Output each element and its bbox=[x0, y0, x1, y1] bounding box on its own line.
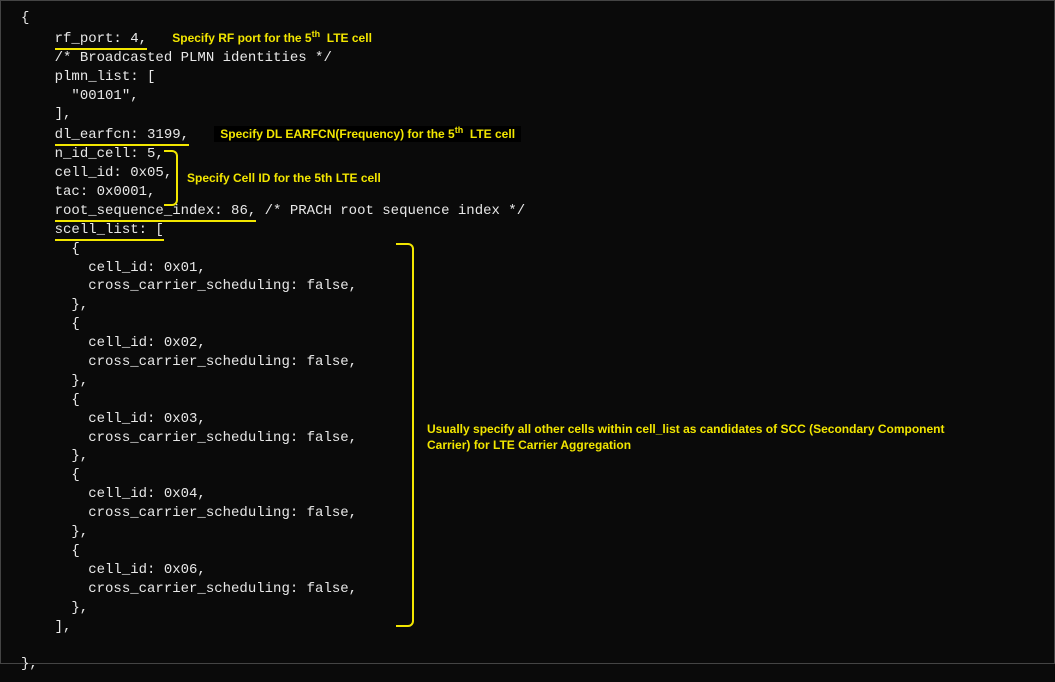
line-plmn-close: ], bbox=[21, 105, 1054, 124]
scell-item-cellid: cell_id: 0x06, bbox=[21, 561, 1054, 580]
scell-item-open: { bbox=[21, 315, 1054, 334]
scell-item-cellid: cell_id: 0x04, bbox=[21, 485, 1054, 504]
line-dl-earfcn: dl_earfcn: 3199, Specify DL EARFCN(Frequ… bbox=[21, 124, 1054, 145]
line-rf-port: rf_port: 4, Specify RF port for the 5th … bbox=[21, 28, 1054, 49]
annot-rf-port: Specify RF port for the 5th LTE cell bbox=[172, 31, 372, 45]
scell-item-close: }, bbox=[21, 372, 1054, 391]
line-plmn-open: plmn_list: [ bbox=[21, 68, 1054, 87]
scell-item-ccs: cross_carrier_scheduling: false, bbox=[21, 580, 1054, 599]
scell-item-open: { bbox=[21, 391, 1054, 410]
line-plmn-value: "00101", bbox=[21, 87, 1054, 106]
scell-item-open: { bbox=[21, 240, 1054, 259]
line-root-seq: root_sequence_index: 86, /* PRACH root s… bbox=[21, 202, 1054, 221]
scell-item-ccs: cross_carrier_scheduling: false, bbox=[21, 353, 1054, 372]
dl-earfcn-value: dl_earfcn: 3199, bbox=[55, 127, 189, 146]
line-scell-open: scell_list: [ bbox=[21, 221, 1054, 240]
bracket-cell-id bbox=[164, 150, 178, 206]
scell-item-cellid: cell_id: 0x01, bbox=[21, 259, 1054, 278]
scell-item-open: { bbox=[21, 542, 1054, 561]
line-plmn-comment: /* Broadcasted PLMN identities */ bbox=[21, 49, 1054, 68]
scell-item-close: }, bbox=[21, 523, 1054, 542]
scell-list-label: scell_list: [ bbox=[55, 222, 164, 241]
bracket-scell bbox=[396, 243, 414, 627]
scell-item-ccs: cross_carrier_scheduling: false, bbox=[21, 504, 1054, 523]
line-open-brace: { bbox=[21, 9, 1054, 28]
scell-item-open: { bbox=[21, 466, 1054, 485]
scell-item-ccs: cross_carrier_scheduling: false, bbox=[21, 277, 1054, 296]
code-block: { rf_port: 4, Specify RF port for the 5t… bbox=[1, 1, 1054, 682]
line-close-brace: }, bbox=[21, 655, 1054, 674]
root-seq-value: root_sequence_index: 86, bbox=[55, 203, 257, 222]
annot-scc: Usually specify all other cells within c… bbox=[427, 421, 987, 453]
annot-cell-id: Specify Cell ID for the 5th LTE cell bbox=[187, 170, 381, 186]
rf-port-value: rf_port: 4, bbox=[55, 31, 147, 50]
scell-item-close: }, bbox=[21, 599, 1054, 618]
line-scell-close: ], bbox=[21, 618, 1054, 637]
scell-item-close: }, bbox=[21, 296, 1054, 315]
scell-item-cellid: cell_id: 0x02, bbox=[21, 334, 1054, 353]
annot-dl-earfcn: Specify DL EARFCN(Frequency) for the 5th… bbox=[214, 126, 521, 142]
